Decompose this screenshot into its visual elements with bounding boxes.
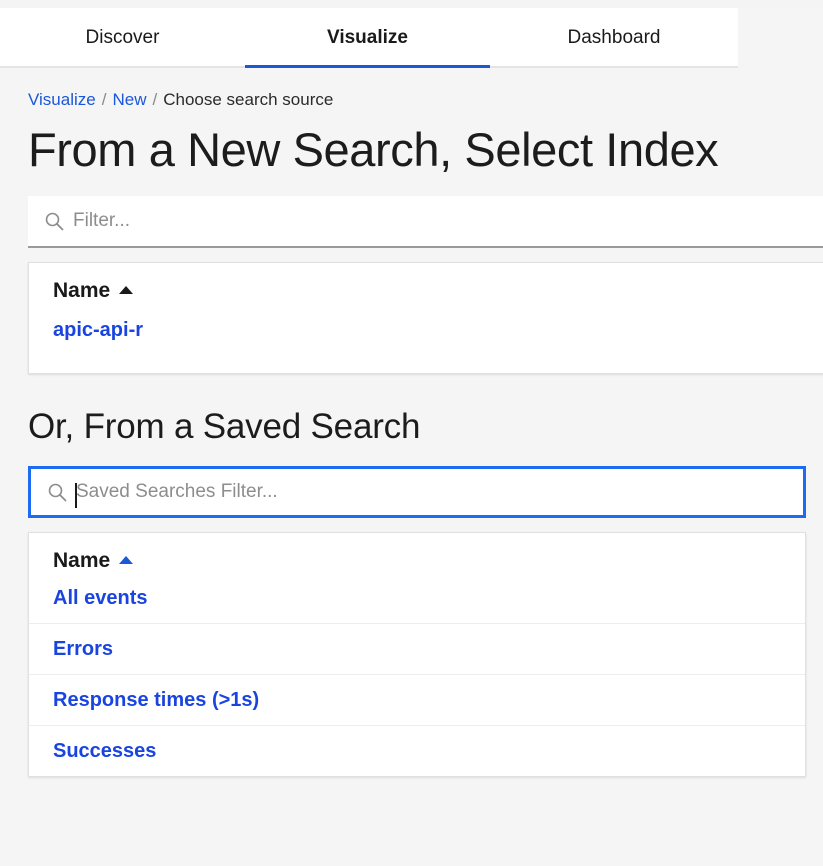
tab-discover[interactable]: Discover (0, 8, 245, 68)
page-title: From a New Search, Select Index (28, 123, 719, 176)
top-strip (0, 0, 823, 8)
saved-search-section-title: Or, From a Saved Search (28, 406, 421, 446)
breadcrumb-separator: / (152, 90, 158, 109)
saved-search-link-all-events[interactable]: All events (53, 587, 147, 609)
saved-search-filter-input[interactable] (31, 469, 803, 516)
breadcrumb-separator: / (101, 90, 107, 109)
sort-ascending-icon (119, 285, 134, 294)
table-row: All events (29, 573, 805, 623)
text-cursor (75, 483, 77, 509)
table-row: Errors (29, 623, 805, 674)
saved-search-table-header-name[interactable]: Name (29, 533, 805, 573)
column-header-label: Name (53, 278, 111, 302)
index-filter-field[interactable] (28, 195, 823, 248)
saved-search-filter-field[interactable] (28, 466, 806, 519)
breadcrumb-item-current: Choose search source (163, 90, 334, 109)
breadcrumb: Visualize / New / Choose search source (0, 68, 823, 110)
primary-tab-bar: Discover Visualize Dashboard (0, 8, 738, 68)
breadcrumb-item-visualize[interactable]: Visualize (28, 90, 96, 110)
saved-search-link-response-times[interactable]: Response times (>1s) (53, 689, 259, 711)
tab-visualize[interactable]: Visualize (245, 8, 490, 68)
saved-search-table-panel: Name All events Errors Response times (>… (28, 532, 806, 778)
index-link-apic-api-r[interactable]: apic-api-r (53, 319, 143, 341)
sort-ascending-icon (119, 556, 134, 565)
saved-search-link-errors[interactable]: Errors (53, 638, 113, 660)
index-table-header-name[interactable]: Name (29, 263, 823, 303)
index-filter-input[interactable] (28, 195, 823, 246)
saved-search-link-successes[interactable]: Successes (53, 740, 156, 762)
table-row: Successes (29, 725, 805, 776)
index-table-panel: Name apic-api-r (28, 261, 823, 374)
breadcrumb-item-new[interactable]: New (112, 90, 146, 110)
table-row: Response times (>1s) (29, 674, 805, 725)
page-content: Visualize / New / Choose search source F… (0, 68, 823, 866)
column-header-label: Name (53, 549, 111, 573)
table-row: apic-api-r (29, 303, 823, 355)
tab-dashboard[interactable]: Dashboard (490, 8, 738, 68)
